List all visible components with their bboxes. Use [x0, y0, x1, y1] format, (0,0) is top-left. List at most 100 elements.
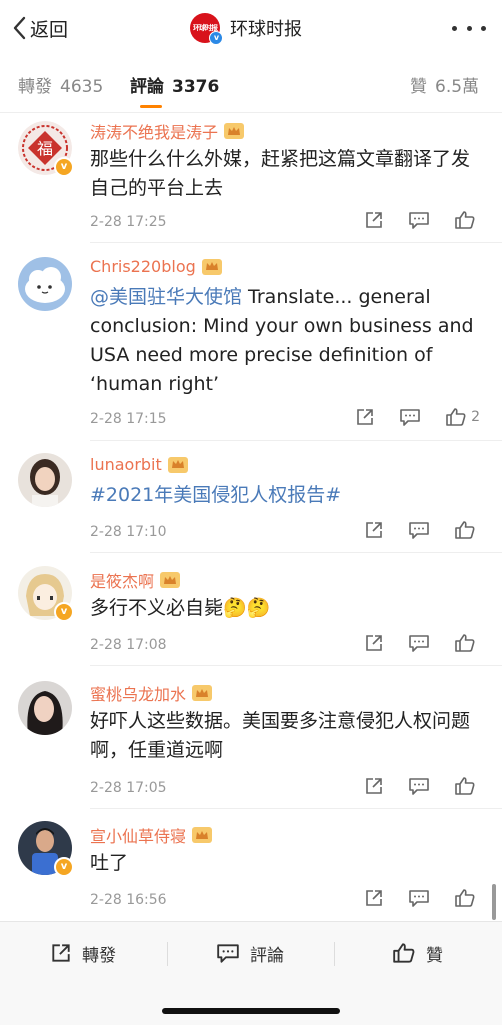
username-link[interactable]: 蜜桃乌龙加水: [90, 681, 186, 705]
repost-bottom-button[interactable]: 轉發: [50, 938, 116, 968]
hashtag-link[interactable]: #2021年美国侵犯人权报告#: [90, 484, 341, 506]
avatar[interactable]: 福 v: [18, 121, 74, 177]
comment-time: 2-28 17:05: [90, 780, 167, 796]
account-title[interactable]: 环球时报 v 环球时报: [190, 12, 302, 45]
comment-icon: [217, 944, 239, 963]
comment-item: 福 v 涛涛不绝我是涛子 那些什么什么外媒，赶紧把这篇文章翻译了发自己的平台上去…: [0, 113, 502, 243]
comment-icon: [409, 635, 429, 652]
repost-button[interactable]: [364, 210, 384, 230]
share-icon: [366, 778, 382, 794]
comment-icon: [409, 778, 429, 795]
active-tab-indicator: [140, 105, 162, 108]
verified-badge-icon: v: [54, 857, 74, 877]
divider: [90, 665, 502, 666]
repost-button[interactable]: [364, 776, 384, 796]
vip-crown-icon: [224, 123, 245, 139]
tab-likes[interactable]: 贊 6.5萬: [410, 72, 479, 97]
like-bottom-button[interactable]: 贊: [392, 938, 443, 968]
woman-portrait-avatar: [18, 681, 72, 735]
avatar[interactable]: [18, 257, 72, 311]
thumbs-up-icon: [455, 777, 475, 795]
username-link[interactable]: 宣小仙草侍寝: [90, 823, 186, 847]
dot-icon: [452, 25, 457, 31]
share-icon: [366, 212, 382, 228]
divider: [90, 440, 502, 441]
mention-link[interactable]: @美国驻华大使馆: [90, 286, 242, 308]
share-icon: [366, 635, 382, 651]
comment-list[interactable]: 福 v 涛涛不绝我是涛子 那些什么什么外媒，赶紧把这篇文章翻译了发自己的平台上去…: [0, 113, 502, 921]
like-button[interactable]: [454, 888, 480, 908]
repost-button[interactable]: [355, 407, 375, 427]
tab-bar: 轉發 4635 評論 3376 贊 6.5萬: [0, 56, 502, 113]
comment-actions: [340, 520, 480, 540]
like-button[interactable]: [454, 520, 480, 540]
comment-header: 涛涛不绝我是涛子: [90, 119, 245, 143]
comment-item: 蜜桃乌龙加水 好吓人这些数据。美国要多注意侵犯人权问题啊，任重道远啊 2-28 …: [0, 675, 502, 809]
comment-actions: [340, 888, 480, 908]
comment-text: 多行不义必自毙🤔🤔: [90, 594, 480, 623]
username-link[interactable]: Chris220blog: [90, 257, 196, 276]
thumbs-up-icon: [446, 408, 466, 426]
tab-count: 3376: [172, 77, 220, 97]
divider: [90, 808, 502, 809]
scrollbar[interactable]: [492, 884, 496, 920]
tab-label: 贊: [410, 77, 427, 97]
repost-button[interactable]: [364, 520, 384, 540]
comment-text: #2021年美国侵犯人权报告#: [90, 481, 480, 510]
comment-text: 吐了: [90, 852, 129, 874]
reply-button[interactable]: [408, 776, 430, 796]
home-indicator: [162, 1008, 340, 1014]
tab-repost[interactable]: 轉發 4635: [18, 72, 103, 97]
comment-icon: [400, 409, 420, 426]
avatar[interactable]: [18, 453, 72, 507]
comment-text: 那些什么什么外媒，赶紧把这篇文章翻译了发自己的平台上去: [90, 148, 471, 199]
girl-portrait-avatar: [18, 453, 72, 507]
vip-crown-icon: [201, 258, 222, 275]
more-options-button[interactable]: [452, 14, 486, 42]
reply-button[interactable]: [399, 407, 421, 427]
repost-button[interactable]: [364, 888, 384, 908]
verified-badge-icon: v: [54, 157, 74, 177]
verified-badge-icon: v: [54, 602, 74, 622]
reply-button[interactable]: [408, 520, 430, 540]
divider: [90, 242, 502, 243]
reply-button[interactable]: [408, 888, 430, 908]
chevron-left-icon: [13, 16, 26, 40]
username-link[interactable]: 涛涛不绝我是涛子: [90, 119, 218, 143]
like-button[interactable]: [454, 210, 480, 230]
like-button[interactable]: 2: [445, 407, 480, 427]
username-link[interactable]: 是筱杰啊: [90, 568, 154, 592]
like-button[interactable]: [454, 633, 480, 653]
avatar[interactable]: v: [18, 566, 74, 622]
like-count: 2: [471, 409, 480, 425]
reply-button[interactable]: [408, 633, 430, 653]
avatar[interactable]: [18, 681, 72, 735]
avatar[interactable]: v: [18, 821, 74, 877]
comment-item: Chris220blog @美国驻华大使馆 Translate... gener…: [0, 251, 502, 441]
like-button[interactable]: [454, 776, 480, 796]
comment-time: 2-28 17:08: [90, 637, 167, 653]
comment-icon: [409, 890, 429, 907]
username-link[interactable]: lunaorbit: [90, 455, 162, 474]
comment-item: lunaorbit #2021年美国侵犯人权报告# 2-28 17:10: [0, 449, 502, 553]
comment-item: v 宣小仙草侍寝 吐了 2-28 16:56: [0, 817, 502, 921]
comment-actions: [340, 776, 480, 796]
reply-button[interactable]: [408, 210, 430, 230]
comment-body: 多行不义必自毙: [90, 597, 224, 619]
comment-text: 好吓人这些数据。美国要多注意侵犯人权问题啊，任重道远啊: [90, 710, 471, 761]
page-title: 环球时报: [230, 19, 302, 40]
comment-time: 2-28 17:25: [90, 214, 167, 230]
top-nav-bar: 返回 环球时报 v 环球时报: [0, 0, 502, 56]
thinking-emoji-icon: 🤔🤔: [223, 597, 271, 619]
tab-count: 4635: [60, 77, 104, 97]
tab-comments[interactable]: 評論 3376: [130, 72, 219, 97]
comment-header: 宣小仙草侍寝: [90, 823, 213, 847]
repost-button[interactable]: [364, 633, 384, 653]
dot-icon: [466, 25, 472, 31]
comment-bottom-button[interactable]: 評論: [216, 938, 284, 968]
verified-blue-icon: v: [209, 31, 223, 45]
svg-text:福: 福: [37, 139, 53, 158]
comment-time: 2-28 17:10: [90, 524, 167, 540]
tab-label: 轉發: [18, 77, 52, 97]
back-button[interactable]: 返回: [12, 14, 68, 42]
